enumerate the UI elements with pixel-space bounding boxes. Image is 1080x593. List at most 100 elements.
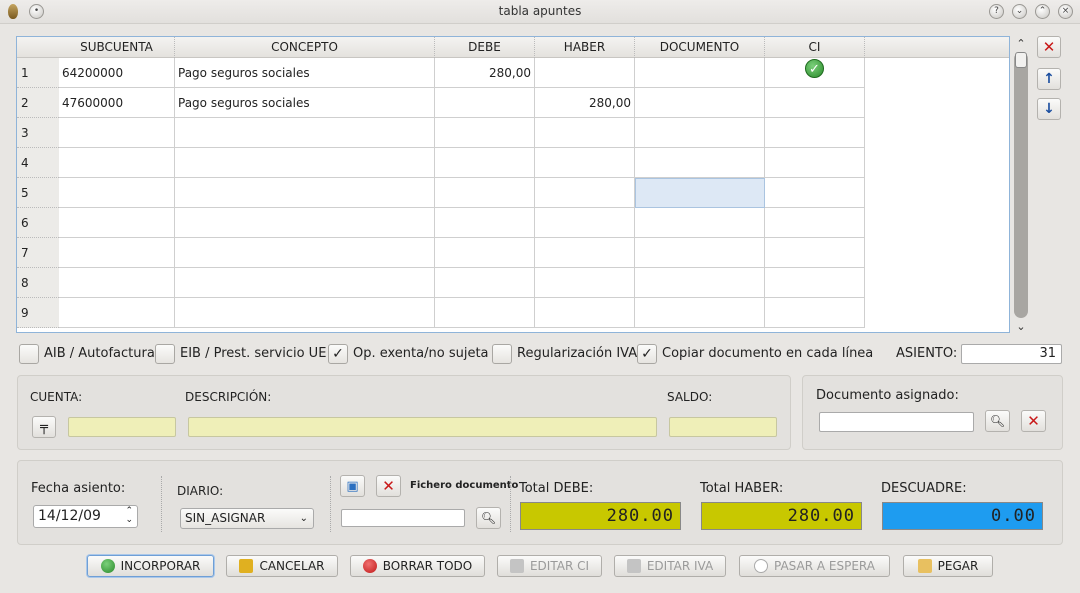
cell-debe[interactable] xyxy=(435,238,535,268)
cell-debe[interactable] xyxy=(435,208,535,238)
cell-concepto[interactable] xyxy=(175,238,435,268)
cell-subcuenta[interactable] xyxy=(59,238,175,268)
scroll-up-arrow-icon[interactable]: ⌃ xyxy=(1013,38,1029,50)
cell-ci[interactable] xyxy=(765,178,865,208)
col-header-concepto[interactable]: CONCEPTO xyxy=(175,37,435,58)
cell-concepto[interactable] xyxy=(175,148,435,178)
cuenta-search-button[interactable]: ╤ xyxy=(32,416,56,438)
diario-select[interactable]: SIN_ASIGNAR ⌄ xyxy=(180,508,314,529)
cell-documento[interactable] xyxy=(635,208,765,238)
col-header-haber[interactable]: HABER xyxy=(535,37,635,58)
editar-ci-button[interactable]: EDITAR CI xyxy=(497,555,602,577)
cell-documento[interactable] xyxy=(635,238,765,268)
table-row[interactable]: 9 xyxy=(17,298,865,328)
apuntes-table[interactable]: SUBCUENTA CONCEPTO DEBE HABER DOCUMENTO … xyxy=(16,36,1010,333)
move-up-button[interactable]: ↑ xyxy=(1037,68,1061,90)
help-button[interactable]: ? xyxy=(989,4,1004,19)
col-header-documento[interactable]: DOCUMENTO xyxy=(635,37,765,58)
cell-debe[interactable] xyxy=(435,298,535,328)
table-scrollbar[interactable]: ⌃ ⌄ xyxy=(1013,38,1029,333)
minimize-button[interactable]: ⌄ xyxy=(1012,4,1027,19)
asiento-field[interactable]: 31 xyxy=(961,344,1062,364)
cell-haber[interactable] xyxy=(535,148,635,178)
cancelar-button[interactable]: CANCELAR xyxy=(226,555,338,577)
fecha-input[interactable]: 14/12/09 ⌃ ⌄ xyxy=(33,505,138,528)
cell-concepto[interactable]: Pago seguros sociales xyxy=(175,58,435,88)
close-window-button[interactable]: × xyxy=(1058,4,1073,19)
row-number[interactable]: 8 xyxy=(17,268,59,298)
col-header-debe[interactable]: DEBE xyxy=(435,37,535,58)
copiar-checkbox-box[interactable]: ✓ xyxy=(637,344,657,364)
eib-checkbox-box[interactable] xyxy=(155,344,175,364)
move-down-button[interactable]: ↓ xyxy=(1037,98,1061,120)
table-row[interactable]: 1 64200000 Pago seguros sociales 280,00 ✓ xyxy=(17,58,865,88)
documento-clear-button[interactable]: ✕ xyxy=(1021,410,1046,432)
cell-debe[interactable] xyxy=(435,178,535,208)
regularizacion-checkbox-box[interactable] xyxy=(492,344,512,364)
cell-ci[interactable] xyxy=(765,88,865,118)
cell-subcuenta[interactable] xyxy=(59,208,175,238)
row-number[interactable]: 5 xyxy=(17,178,59,208)
cell-subcuenta[interactable]: 47600000 xyxy=(59,88,175,118)
table-row[interactable]: 6 xyxy=(17,208,865,238)
cell-ci[interactable] xyxy=(765,208,865,238)
cell-debe[interactable]: 280,00 xyxy=(435,58,535,88)
row-number[interactable]: 9 xyxy=(17,298,59,328)
cell-subcuenta[interactable] xyxy=(59,148,175,178)
cell-subcuenta[interactable] xyxy=(59,268,175,298)
exenta-checkbox-box[interactable]: ✓ xyxy=(328,344,348,364)
row-number[interactable]: 1 xyxy=(17,58,59,88)
cell-haber[interactable] xyxy=(535,208,635,238)
cell-documento[interactable] xyxy=(635,58,765,88)
cell-documento[interactable] xyxy=(635,268,765,298)
cell-documento[interactable] xyxy=(635,148,765,178)
cell-ci[interactable] xyxy=(765,238,865,268)
date-spin-icon[interactable]: ⌃ ⌄ xyxy=(125,507,133,525)
table-row[interactable]: 2 47600000 Pago seguros sociales 280,00 xyxy=(17,88,865,118)
table-row[interactable]: 7 xyxy=(17,238,865,268)
cell-documento[interactable] xyxy=(635,88,765,118)
borrar-todo-button[interactable]: BORRAR TODO xyxy=(350,555,485,577)
documento-asignado-field[interactable] xyxy=(819,412,974,432)
cell-debe[interactable] xyxy=(435,148,535,178)
editar-iva-button[interactable]: EDITAR IVA xyxy=(614,555,726,577)
cell-concepto[interactable] xyxy=(175,118,435,148)
scroll-thumb[interactable] xyxy=(1015,52,1027,68)
maximize-button[interactable]: ⌃ xyxy=(1035,4,1050,19)
row-number[interactable]: 7 xyxy=(17,238,59,268)
cell-debe[interactable] xyxy=(435,88,535,118)
cuenta-field[interactable] xyxy=(68,417,176,437)
cell-haber[interactable] xyxy=(535,268,635,298)
cell-documento[interactable] xyxy=(635,178,765,208)
documento-search-button[interactable]: 🔍︎ xyxy=(985,410,1010,432)
col-header-subcuenta[interactable]: SUBCUENTA xyxy=(59,37,175,58)
cell-concepto[interactable]: Pago seguros sociales xyxy=(175,88,435,118)
table-row[interactable]: 8 xyxy=(17,268,865,298)
row-number[interactable]: 4 xyxy=(17,148,59,178)
cell-subcuenta[interactable] xyxy=(59,118,175,148)
cell-subcuenta[interactable]: 64200000 xyxy=(59,58,175,88)
cell-haber[interactable]: 280,00 xyxy=(535,88,635,118)
cell-concepto[interactable] xyxy=(175,178,435,208)
abrir-fichero-button[interactable]: ▣ xyxy=(340,475,365,497)
col-header-ci[interactable]: CI xyxy=(765,37,865,58)
cell-documento[interactable] xyxy=(635,298,765,328)
scroll-track[interactable] xyxy=(1014,52,1028,318)
cell-ci[interactable] xyxy=(765,298,865,328)
scroll-down-arrow-icon[interactable]: ⌄ xyxy=(1013,321,1029,333)
cell-haber[interactable] xyxy=(535,238,635,268)
cell-ci[interactable]: ✓ xyxy=(765,58,865,88)
cell-ci[interactable] xyxy=(765,268,865,298)
cell-concepto[interactable] xyxy=(175,268,435,298)
table-row[interactable]: 3 xyxy=(17,118,865,148)
row-number[interactable]: 2 xyxy=(17,88,59,118)
fichero-search-button[interactable]: 🔍︎ xyxy=(476,507,501,529)
cell-concepto[interactable] xyxy=(175,298,435,328)
cell-haber[interactable] xyxy=(535,118,635,148)
cell-debe[interactable] xyxy=(435,118,535,148)
row-number[interactable]: 6 xyxy=(17,208,59,238)
borrar-fichero-button[interactable]: ✕ xyxy=(376,475,401,497)
table-row[interactable]: 4 xyxy=(17,148,865,178)
incorporar-button[interactable]: INCORPORAR xyxy=(87,555,214,577)
table-row[interactable]: 5 xyxy=(17,178,865,208)
